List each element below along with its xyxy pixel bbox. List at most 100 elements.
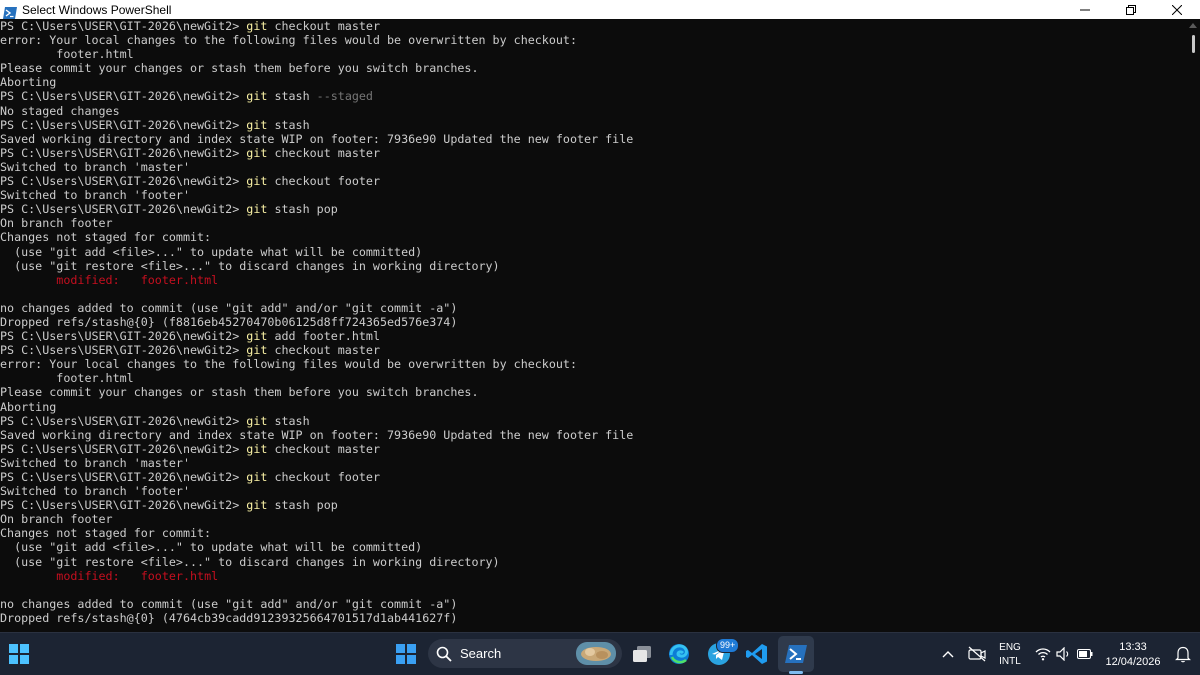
bell-icon — [1175, 646, 1191, 663]
powershell-taskbar-button[interactable] — [781, 639, 811, 669]
output-text: Switched to branch 'footer' — [0, 484, 190, 499]
vscode-button[interactable] — [742, 639, 772, 669]
terminal-line: PS C:\Users\USER\GIT-2026\newGit2> git c… — [0, 146, 1186, 160]
maximize-button[interactable] — [1108, 0, 1154, 19]
command-text: git — [246, 19, 268, 33]
task-view-icon — [633, 646, 651, 662]
terminal-line: footer.html — [0, 47, 1186, 61]
terminal-line: Changes not staged for commit: — [0, 526, 1186, 540]
prompt-text: PS C:\Users\USER\GIT-2026\newGit2> — [0, 89, 247, 104]
terminal-line: PS C:\Users\USER\GIT-2026\newGit2> git a… — [0, 329, 1186, 343]
clock-time[interactable]: 13:33 — [1100, 641, 1166, 653]
terminal-line: (use "git restore <file>..." to discard … — [0, 259, 1186, 273]
search-icon — [436, 646, 452, 662]
terminal-line: no changes added to commit (use "git add… — [0, 301, 1186, 315]
terminal-line: PS C:\Users\USER\GIT-2026\newGit2> git s… — [0, 118, 1186, 132]
edge-button[interactable] — [664, 639, 694, 669]
command-text: git — [246, 498, 268, 513]
search-label: Search — [460, 646, 502, 661]
vscode-icon — [746, 644, 767, 664]
output-text: Switched to branch 'master' — [0, 159, 190, 174]
output-text: Aborting — [0, 75, 57, 90]
prompt-text: PS C:\Users\USER\GIT-2026\newGit2> — [0, 202, 247, 217]
scroll-thumb[interactable] — [1192, 35, 1195, 53]
notifications-button[interactable] — [1168, 639, 1198, 669]
argument-text: stash pop — [267, 202, 338, 217]
argument-text: add footer.html — [267, 329, 380, 344]
output-text: (use "git restore <file>..." to discard … — [0, 258, 500, 273]
scroll-up-arrow-icon[interactable] — [1189, 23, 1197, 28]
minimize-button[interactable] — [1062, 0, 1108, 19]
terminal-line: Dropped refs/stash@{0} (f8816eb45270470b… — [0, 315, 1186, 329]
output-text: Aborting — [0, 399, 57, 414]
output-text: footer.html — [0, 371, 134, 386]
terminal-line: modified: footer.html — [0, 569, 1186, 583]
output-text: no changes added to commit (use "git add… — [0, 596, 458, 611]
command-text: git — [246, 343, 268, 358]
argument-text: checkout master — [267, 343, 380, 358]
terminal-line: PS C:\Users\USER\GIT-2026\newGit2> git s… — [0, 89, 1186, 103]
command-text: git — [246, 329, 268, 344]
output-text: Dropped refs/stash@{0} (f8816eb45270470b… — [0, 314, 458, 329]
terminal-line: error: Your local changes to the followi… — [0, 357, 1186, 371]
argument-text: checkout footer — [267, 470, 380, 484]
command-text: git — [246, 89, 268, 104]
terminal-line: No staged changes — [0, 104, 1186, 118]
argument-text: stash — [267, 413, 310, 428]
terminal-line: Switched to branch 'footer' — [0, 188, 1186, 202]
terminal-line: Switched to branch 'master' — [0, 456, 1186, 470]
terminal-line: (use "git restore <file>..." to discard … — [0, 555, 1186, 569]
prompt-text: PS C:\Users\USER\GIT-2026\newGit2> — [0, 441, 247, 456]
show-hidden-icons-button[interactable] — [933, 639, 963, 669]
prompt-text: PS C:\Users\USER\GIT-2026\newGit2> — [0, 19, 247, 33]
terminal-line: Switched to branch 'master' — [0, 160, 1186, 174]
output-text: (use "git restore <file>..." to discard … — [0, 554, 500, 569]
argument-text: checkout master — [267, 441, 380, 456]
battery-button[interactable] — [1070, 639, 1100, 669]
terminal-line: PS C:\Users\USER\GIT-2026\newGit2> git c… — [0, 442, 1186, 456]
start-button[interactable] — [4, 639, 34, 669]
search-highlight-image-icon — [576, 642, 616, 669]
argument-text: checkout master — [267, 19, 380, 33]
vertical-scrollbar[interactable] — [1186, 19, 1200, 632]
output-text: no changes added to commit (use "git add… — [0, 300, 458, 315]
task-view-button[interactable] — [627, 639, 657, 669]
terminal-line: PS C:\Users\USER\GIT-2026\newGit2> git s… — [0, 202, 1186, 216]
output-text: On branch footer — [0, 216, 113, 231]
taskbar-start-button[interactable] — [391, 639, 421, 669]
window-title: Select Windows PowerShell — [22, 2, 172, 17]
camera-off-icon — [968, 646, 986, 662]
title-bar[interactable]: Select Windows PowerShell — [0, 0, 1200, 19]
terminal-line: PS C:\Users\USER\GIT-2026\newGit2> git c… — [0, 470, 1186, 484]
terminal-line: no changes added to commit (use "git add… — [0, 597, 1186, 611]
prompt-text: PS C:\Users\USER\GIT-2026\newGit2> — [0, 174, 247, 189]
terminal-line: Aborting — [0, 75, 1186, 89]
clock-date[interactable]: 12/04/2026 — [1100, 656, 1166, 668]
terminal-line: PS C:\Users\USER\GIT-2026\newGit2> git c… — [0, 343, 1186, 357]
language-indicator[interactable]: ENG — [996, 642, 1024, 653]
command-text: git — [246, 202, 268, 217]
command-text: git — [246, 470, 268, 484]
command-text: git — [246, 117, 268, 132]
output-text: Changes not staged for commit: — [0, 230, 212, 245]
camera-off-button[interactable] — [962, 639, 992, 669]
argument-text: stash — [267, 89, 317, 104]
modified-file-text: modified: footer.html — [56, 272, 219, 287]
prompt-text: PS C:\Users\USER\GIT-2026\newGit2> — [0, 329, 247, 344]
output-text: Dropped refs/stash@{0} (4764cb39cadd9123… — [0, 610, 458, 625]
prompt-text: PS C:\Users\USER\GIT-2026\newGit2> — [0, 413, 247, 428]
keyboard-layout-indicator[interactable]: INTL — [996, 656, 1024, 667]
terminal-line: PS C:\Users\USER\GIT-2026\newGit2> git c… — [0, 19, 1186, 33]
windows-logo-icon — [396, 644, 416, 664]
argument-text: stash — [267, 117, 310, 132]
search-box[interactable]: Search — [428, 639, 622, 668]
command-text: git — [246, 441, 268, 456]
close-button[interactable] — [1154, 0, 1200, 19]
modified-file-text: modified: footer.html — [56, 568, 219, 583]
output-text: No staged changes — [0, 103, 120, 118]
terminal-output[interactable]: PS C:\Users\USER\GIT-2026\newGit2> git c… — [0, 19, 1186, 632]
output-text: error: Your local changes to the followi… — [0, 357, 577, 372]
output-text: Please commit your changes or stash them… — [0, 61, 479, 76]
